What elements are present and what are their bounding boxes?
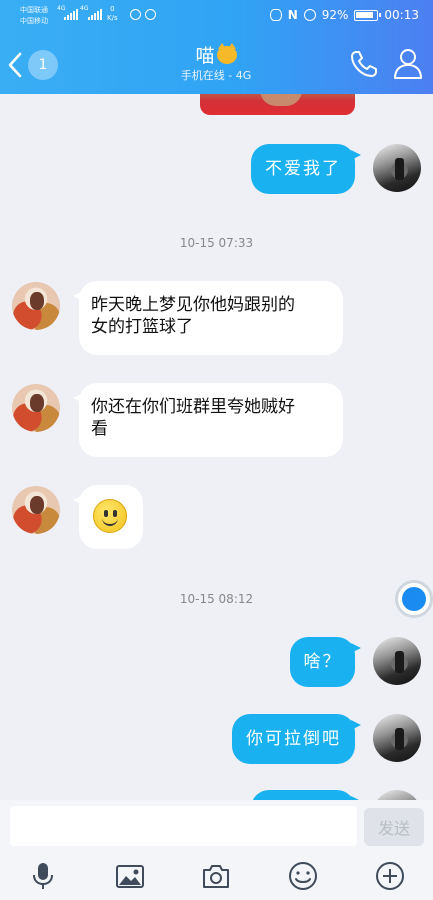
- microphone-icon[interactable]: [27, 860, 59, 892]
- contact-name: 喵: [195, 45, 215, 67]
- camera-icon[interactable]: [200, 860, 232, 892]
- compose-bar: 发送: [0, 800, 433, 852]
- status-carriers: 中国联通 中国移动: [20, 5, 48, 27]
- my-avatar[interactable]: [373, 144, 421, 192]
- cat-emoji-icon: [216, 43, 237, 64]
- online-status: 手机在线 - 4G: [180, 69, 252, 82]
- app-header: 中国联通 中国移动 4G 4G 0 K/s N 92% 00:13 1 喵 手机…: [0, 0, 433, 94]
- status-right: N 92% 00:13: [269, 8, 419, 22]
- carrier-2: 中国移动: [20, 17, 48, 25]
- message-text: 你可拉倒吧: [246, 729, 341, 749]
- message-text-line: 你还在你们班群里夸她贼好: [91, 397, 295, 417]
- signal-1-icon: [64, 9, 78, 20]
- app-notification-icon: [145, 9, 156, 20]
- message-bubble-outgoing[interactable]: 啥？: [290, 637, 361, 687]
- nfc-icon: N: [287, 8, 298, 22]
- network-speed: 0 K/s: [107, 5, 118, 23]
- eye-icon: [269, 9, 282, 21]
- message-bubble-outgoing[interactable]: 不爱我了: [251, 144, 361, 194]
- message-text-line: 看: [91, 419, 108, 439]
- status-time: 00:13: [384, 8, 419, 22]
- message-text-line: 女的打篮球了: [91, 317, 193, 337]
- smiley-icon: [93, 499, 127, 533]
- battery-percent: 92%: [321, 8, 349, 22]
- my-avatar[interactable]: [373, 637, 421, 685]
- plus-icon[interactable]: [374, 860, 406, 892]
- message-bubble-incoming[interactable]: 你还在你们班群里夸她贼好 看: [73, 383, 343, 457]
- headset-icon: [130, 9, 141, 20]
- battery-icon: [354, 9, 382, 21]
- send-button[interactable]: 发送: [364, 808, 424, 846]
- message-input[interactable]: [10, 806, 357, 846]
- contact-avatar[interactable]: [12, 282, 60, 330]
- image-icon[interactable]: [114, 860, 146, 892]
- signal-2-icon: [88, 9, 102, 20]
- carrier-1: 中国联通: [20, 6, 48, 14]
- chat-title[interactable]: 喵 手机在线 - 4G: [116, 43, 316, 84]
- contact-avatar[interactable]: [12, 486, 60, 534]
- person-icon[interactable]: [392, 46, 424, 80]
- image-message-partial[interactable]: [200, 94, 355, 115]
- message-bubble-incoming[interactable]: 昨天晚上梦见你他妈跟别的 女的打篮球了: [73, 281, 343, 355]
- speed-unit: K/s: [107, 14, 118, 22]
- chevron-left-icon: [8, 52, 22, 78]
- message-list[interactable]: 不爱我了 10-15 07:33 昨天晚上梦见你他妈跟别的 女的打篮球了 你还在…: [0, 94, 433, 806]
- message-timestamp: 10-15 08:12: [179, 592, 254, 606]
- message-bubble-outgoing[interactable]: 你可拉倒吧: [232, 714, 361, 764]
- status-app-icons: [130, 9, 156, 20]
- my-avatar[interactable]: [373, 714, 421, 762]
- message-text: 啥？: [303, 652, 342, 672]
- back-button[interactable]: 1: [8, 49, 64, 81]
- message-text: 不爱我了: [265, 159, 341, 179]
- compose-toolbar: [0, 852, 433, 900]
- emoji-icon[interactable]: [287, 860, 319, 892]
- alarm-icon: [303, 9, 316, 21]
- message-text-line: 昨天晚上梦见你他妈跟别的: [91, 295, 295, 315]
- phone-icon[interactable]: [348, 48, 380, 80]
- message-bubble-incoming[interactable]: [73, 485, 143, 549]
- speed-value: 0: [110, 5, 115, 13]
- contact-avatar[interactable]: [12, 384, 60, 432]
- message-timestamp: 10-15 07:33: [179, 236, 254, 250]
- unread-badge: 1: [28, 50, 58, 80]
- contact-name-row: 喵: [116, 43, 316, 68]
